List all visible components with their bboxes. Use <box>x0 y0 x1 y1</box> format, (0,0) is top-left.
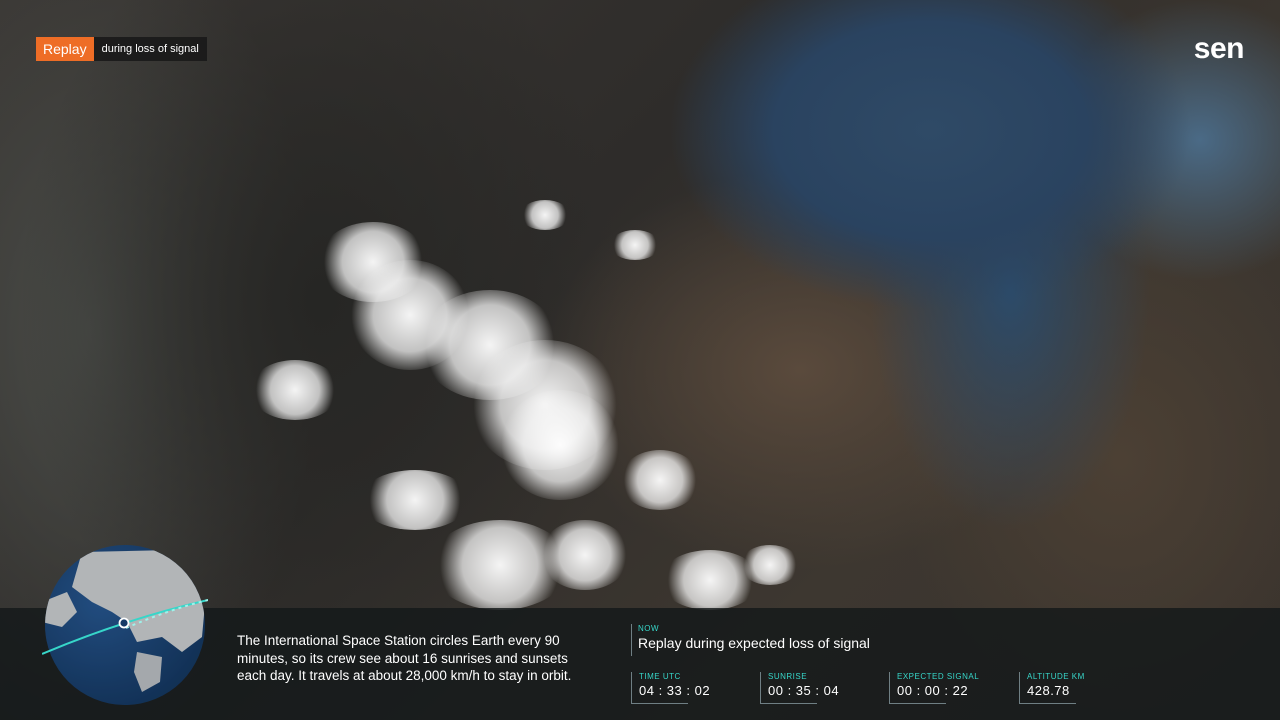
cloud <box>250 360 340 420</box>
metric-label: ALTITUDE km <box>1027 672 1085 681</box>
metric-sunrise: SUNRISE 00 : 35 : 04 <box>760 672 839 704</box>
info-caption: The International Space Station circles … <box>237 633 572 683</box>
now-status: NOW Replay during expected loss of signa… <box>631 624 870 656</box>
sen-logo: sen <box>1193 32 1245 65</box>
now-label: NOW <box>638 624 660 633</box>
metric-value: 428.78 <box>1027 683 1070 698</box>
cloud <box>520 200 570 230</box>
metric-expected-signal: EXPECTED SIGNAL 00 : 00 : 22 <box>889 672 979 704</box>
replay-tag: Replay during loss of signal <box>36 37 207 61</box>
metric-value: 00 : 00 : 22 <box>897 683 969 698</box>
cloud <box>610 230 660 260</box>
metric-altitude: ALTITUDE km 428.78 <box>1019 672 1085 704</box>
cloud <box>620 450 700 510</box>
cloud <box>360 470 470 530</box>
cloud <box>540 520 630 590</box>
metric-value: 04 : 33 : 02 <box>639 683 711 698</box>
metric-time-utc: TIME UTC 04 : 33 : 02 <box>631 672 710 704</box>
replay-note: during loss of signal <box>93 37 207 61</box>
metric-value: 00 : 35 : 04 <box>768 683 840 698</box>
metric-label: SUNRISE <box>768 672 808 681</box>
earth-globe-icon <box>42 545 208 705</box>
metric-label: EXPECTED SIGNAL <box>897 672 980 681</box>
cloud <box>500 390 620 500</box>
cloud <box>740 545 800 585</box>
now-text: Replay during expected loss of signal <box>638 635 870 651</box>
iss-marker-icon <box>118 617 130 629</box>
replay-badge: Replay <box>36 37 94 61</box>
metric-label: TIME UTC <box>639 672 681 681</box>
